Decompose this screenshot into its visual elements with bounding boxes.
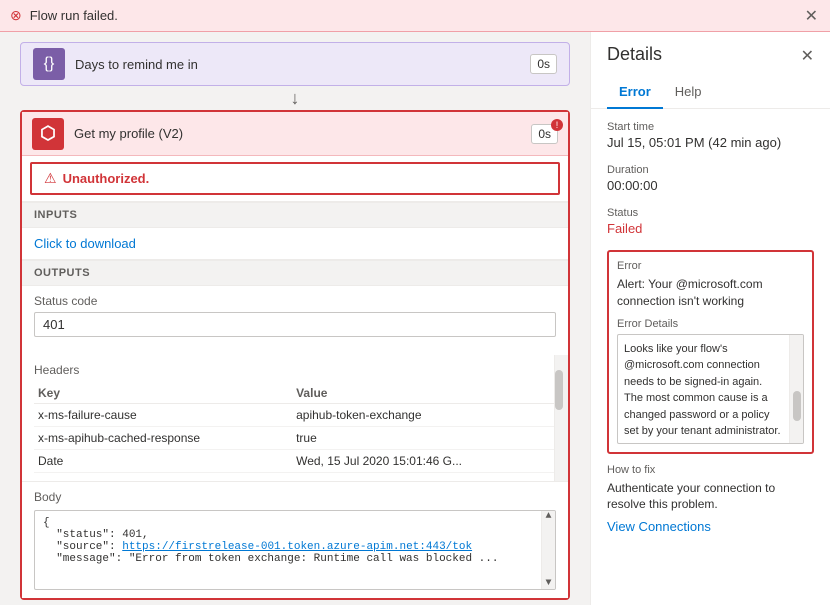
status-label: Status <box>607 207 814 219</box>
duration-row: Duration 00:00:00 <box>607 164 814 193</box>
headers-col-value: Value <box>292 383 556 404</box>
details-panel: Details ✕ Error Help Start time Jul 15, … <box>590 32 830 605</box>
error-details-box: Looks like your flow's @microsoft.com co… <box>617 334 804 444</box>
step-days-icon: {} <box>44 55 55 73</box>
start-time-row: Start time Jul 15, 05:01 PM (42 min ago) <box>607 121 814 150</box>
body-section: Body { "status": 401, "source": https://… <box>22 481 568 598</box>
duration-value: 00:00:00 <box>607 178 814 193</box>
error-details-scrollbar[interactable] <box>789 335 803 443</box>
body-line-1: { <box>43 517 547 529</box>
unauthorized-text: Unauthorized. <box>63 171 150 186</box>
step-profile-icon-box: ⬡ <box>32 118 64 150</box>
start-time-label: Start time <box>607 121 814 133</box>
body-code-box: { "status": 401, "source": https://first… <box>34 510 556 590</box>
error-section-box: Error Alert: Your @microsoft.com connect… <box>607 250 814 454</box>
how-to-fix-section: How to fix Authenticate your connection … <box>607 464 814 535</box>
error-details-label: Error Details <box>617 318 804 330</box>
connector-arrow: ↓ <box>20 86 570 110</box>
office-icon: ⬡ <box>40 123 56 144</box>
banner-text: Flow run failed. <box>30 8 118 23</box>
start-time-value: Jul 15, 05:01 PM (42 min ago) <box>607 135 814 150</box>
headers-label: Headers <box>34 363 556 377</box>
step-profile-duration: 0s ! <box>531 124 558 144</box>
error-details-text: Looks like your flow's @microsoft.com co… <box>618 335 803 443</box>
error-section-label: Error <box>617 260 804 272</box>
body-scrollbar[interactable]: ▲ ▼ <box>541 511 555 589</box>
header-key-cell: x-ms-failure-cause <box>34 404 292 427</box>
table-row: DateWed, 15 Jul 2020 15:01:46 G... <box>34 450 556 473</box>
details-tabs: Error Help <box>591 70 830 109</box>
headers-table: Key Value x-ms-failure-causeapihub-token… <box>34 383 556 473</box>
warning-icon: ⚠ <box>44 170 57 187</box>
headers-scrollbar[interactable] <box>554 355 568 481</box>
click-to-download-link[interactable]: Click to download <box>34 236 136 251</box>
header-key-cell: Date <box>34 450 292 473</box>
outputs-header: OUTPUTS <box>22 260 568 286</box>
header-value-cell: true <box>292 427 556 450</box>
header-value-cell: apihub-token-exchange <box>292 404 556 427</box>
step-days[interactable]: {} Days to remind me in 0s <box>20 42 570 86</box>
inputs-header: INPUTS <box>22 202 568 228</box>
step-days-label: Days to remind me in <box>75 57 530 72</box>
step-days-duration: 0s <box>530 54 557 74</box>
duration-label: Duration <box>607 164 814 176</box>
step-profile-container: ⬡ Get my profile (V2) 0s ! ⚠ Unauthorize… <box>20 110 570 600</box>
error-dot-badge: ! <box>551 119 563 131</box>
header-key-cell: x-ms-apihub-cached-response <box>34 427 292 450</box>
main-layout: {} Days to remind me in 0s ↓ ⬡ Get my pr… <box>0 32 830 605</box>
details-title: Details <box>607 44 662 65</box>
table-row: x-ms-apihub-cached-responsetrue <box>34 427 556 450</box>
details-body: Start time Jul 15, 05:01 PM (42 min ago)… <box>591 109 830 605</box>
status-value: Failed <box>607 221 814 236</box>
table-row: x-ms-failure-causeapihub-token-exchange <box>34 404 556 427</box>
headers-col-key: Key <box>34 383 292 404</box>
status-code-group: Status code 401 <box>34 294 556 337</box>
details-header: Details ✕ <box>591 32 830 66</box>
body-line-2: "status": 401, <box>43 529 547 541</box>
tab-help[interactable]: Help <box>663 78 714 109</box>
step-days-icon-box: {} <box>33 48 65 80</box>
body-label: Body <box>34 490 556 504</box>
scroll-down-arrow[interactable]: ▼ <box>545 578 551 589</box>
step-profile-header[interactable]: ⬡ Get my profile (V2) 0s ! <box>22 112 568 156</box>
error-banner: ⊗ Flow run failed. ✕ <box>0 0 830 32</box>
body-scroll-arrows: ▲ ▼ <box>542 511 555 589</box>
error-icon: ⊗ <box>10 7 22 24</box>
inputs-content: Click to download <box>22 228 568 259</box>
header-value-cell: Wed, 15 Jul 2020 15:01:46 G... <box>292 450 556 473</box>
flow-canvas: {} Days to remind me in 0s ↓ ⬡ Get my pr… <box>0 32 590 605</box>
outputs-section: OUTPUTS Status code 401 Headers Key <box>22 259 568 598</box>
body-line-3: "source": https://firstrelease-001.token… <box>43 541 547 553</box>
tab-error[interactable]: Error <box>607 78 663 109</box>
status-row: Status Failed <box>607 207 814 236</box>
scroll-up-arrow[interactable]: ▲ <box>545 511 551 522</box>
outputs-content: Status code 401 <box>22 286 568 355</box>
unauthorized-banner: ⚠ Unauthorized. <box>30 162 560 195</box>
headers-section: Headers Key Value x-ms-failure-causeapih… <box>22 355 568 481</box>
details-close-icon[interactable]: ✕ <box>801 46 814 66</box>
how-to-fix-label: How to fix <box>607 464 814 476</box>
error-alert-text: Alert: Your @microsoft.com connection is… <box>617 276 804 310</box>
view-connections-link[interactable]: View Connections <box>607 519 711 534</box>
banner-close-icon[interactable]: ✕ <box>805 6 818 26</box>
status-code-label: Status code <box>34 294 556 308</box>
status-code-value: 401 <box>34 312 556 337</box>
how-to-fix-text: Authenticate your connection to resolve … <box>607 480 814 514</box>
step-profile-label: Get my profile (V2) <box>74 126 531 141</box>
body-line-4: "message": "Error from token exchange: R… <box>43 553 547 565</box>
inputs-section: INPUTS Click to download <box>22 201 568 259</box>
